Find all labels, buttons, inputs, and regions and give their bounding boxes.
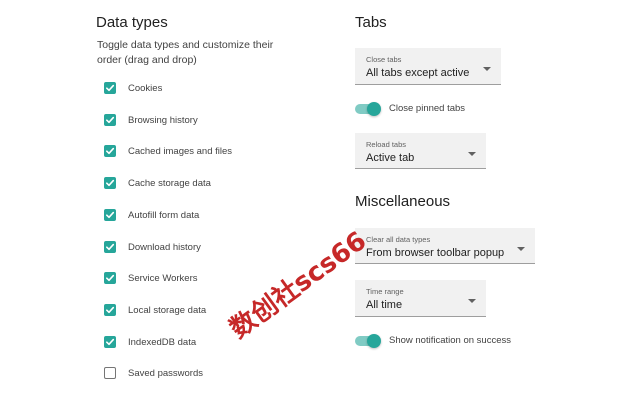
data-type-item[interactable]: Download history [104, 239, 201, 255]
reload-tabs-select[interactable]: Reload tabs Active tab [355, 133, 486, 169]
data-type-label: Saved passwords [128, 367, 203, 379]
checkbox-checked-icon[interactable] [104, 241, 116, 253]
watermark-text: 数创社scs66 [224, 226, 373, 345]
data-type-item[interactable]: Service Workers [104, 270, 198, 286]
data-type-label: Cached images and files [128, 145, 233, 157]
checkbox-checked-icon[interactable] [104, 336, 116, 348]
time-range-select[interactable]: Time range All time [355, 280, 486, 317]
data-type-label: Cache storage data [128, 177, 211, 189]
toggle-thumb [367, 334, 381, 348]
time-range-value: All time [366, 299, 403, 311]
close-tabs-value: All tabs except active [366, 67, 470, 79]
checkbox-unchecked-icon[interactable] [104, 367, 116, 379]
chevron-down-icon [483, 67, 491, 71]
data-type-item[interactable]: Cache storage data [104, 175, 211, 191]
chevron-down-icon [468, 152, 476, 156]
close-tabs-label: Close tabs [366, 55, 402, 64]
data-type-item[interactable]: Cookies [104, 80, 162, 96]
data-type-item[interactable]: Local storage data [104, 302, 206, 318]
data-type-label: Service Workers [128, 272, 198, 284]
checkbox-checked-icon[interactable] [104, 304, 116, 316]
clear-all-label: Clear all data types [366, 235, 431, 244]
reload-tabs-value: Active tab [366, 152, 415, 164]
data-type-item[interactable]: Autofill form data [104, 207, 199, 223]
reload-tabs-label: Reload tabs [366, 140, 407, 149]
data-type-label: Local storage data [128, 304, 207, 316]
data-type-label: Autofill form data [128, 209, 200, 221]
checkbox-checked-icon[interactable] [104, 82, 116, 94]
misc-title: Miscellaneous [355, 193, 451, 210]
chevron-down-icon [517, 247, 525, 251]
clear-all-data-types-select[interactable]: Clear all data types From browser toolba… [355, 228, 535, 264]
checkbox-checked-icon[interactable] [104, 145, 116, 157]
close-pinned-tabs-label: Close pinned tabs [389, 103, 466, 114]
data-type-label: Cookies [128, 82, 163, 94]
show-notification-label: Show notification on success [389, 335, 511, 346]
checkbox-checked-icon[interactable] [104, 177, 116, 189]
chevron-down-icon [468, 299, 476, 303]
clear-all-value: From browser toolbar popup [366, 247, 505, 259]
tabs-title: Tabs [355, 14, 387, 31]
show-notification-toggle[interactable] [355, 334, 381, 348]
data-type-label: Browsing history [128, 114, 198, 126]
data-type-item[interactable]: Cached images and files [104, 143, 232, 159]
data-type-label: IndexedDB data [128, 336, 197, 348]
data-type-item[interactable]: Browsing history [104, 112, 198, 128]
data-type-label: Download history [128, 241, 201, 253]
data-types-description: Toggle data types and customize their or… [97, 39, 274, 66]
close-pinned-tabs-toggle[interactable] [355, 102, 381, 116]
close-tabs-select[interactable]: Close tabs All tabs except active [355, 48, 501, 85]
checkbox-checked-icon[interactable] [104, 114, 116, 126]
data-types-title: Data types [96, 14, 168, 31]
data-type-item[interactable]: Saved passwords [104, 365, 203, 381]
checkbox-checked-icon[interactable] [104, 272, 116, 284]
checkbox-checked-icon[interactable] [104, 209, 116, 221]
data-type-item[interactable]: IndexedDB data [104, 334, 196, 350]
toggle-thumb [367, 102, 381, 116]
time-range-label: Time range [366, 287, 404, 296]
